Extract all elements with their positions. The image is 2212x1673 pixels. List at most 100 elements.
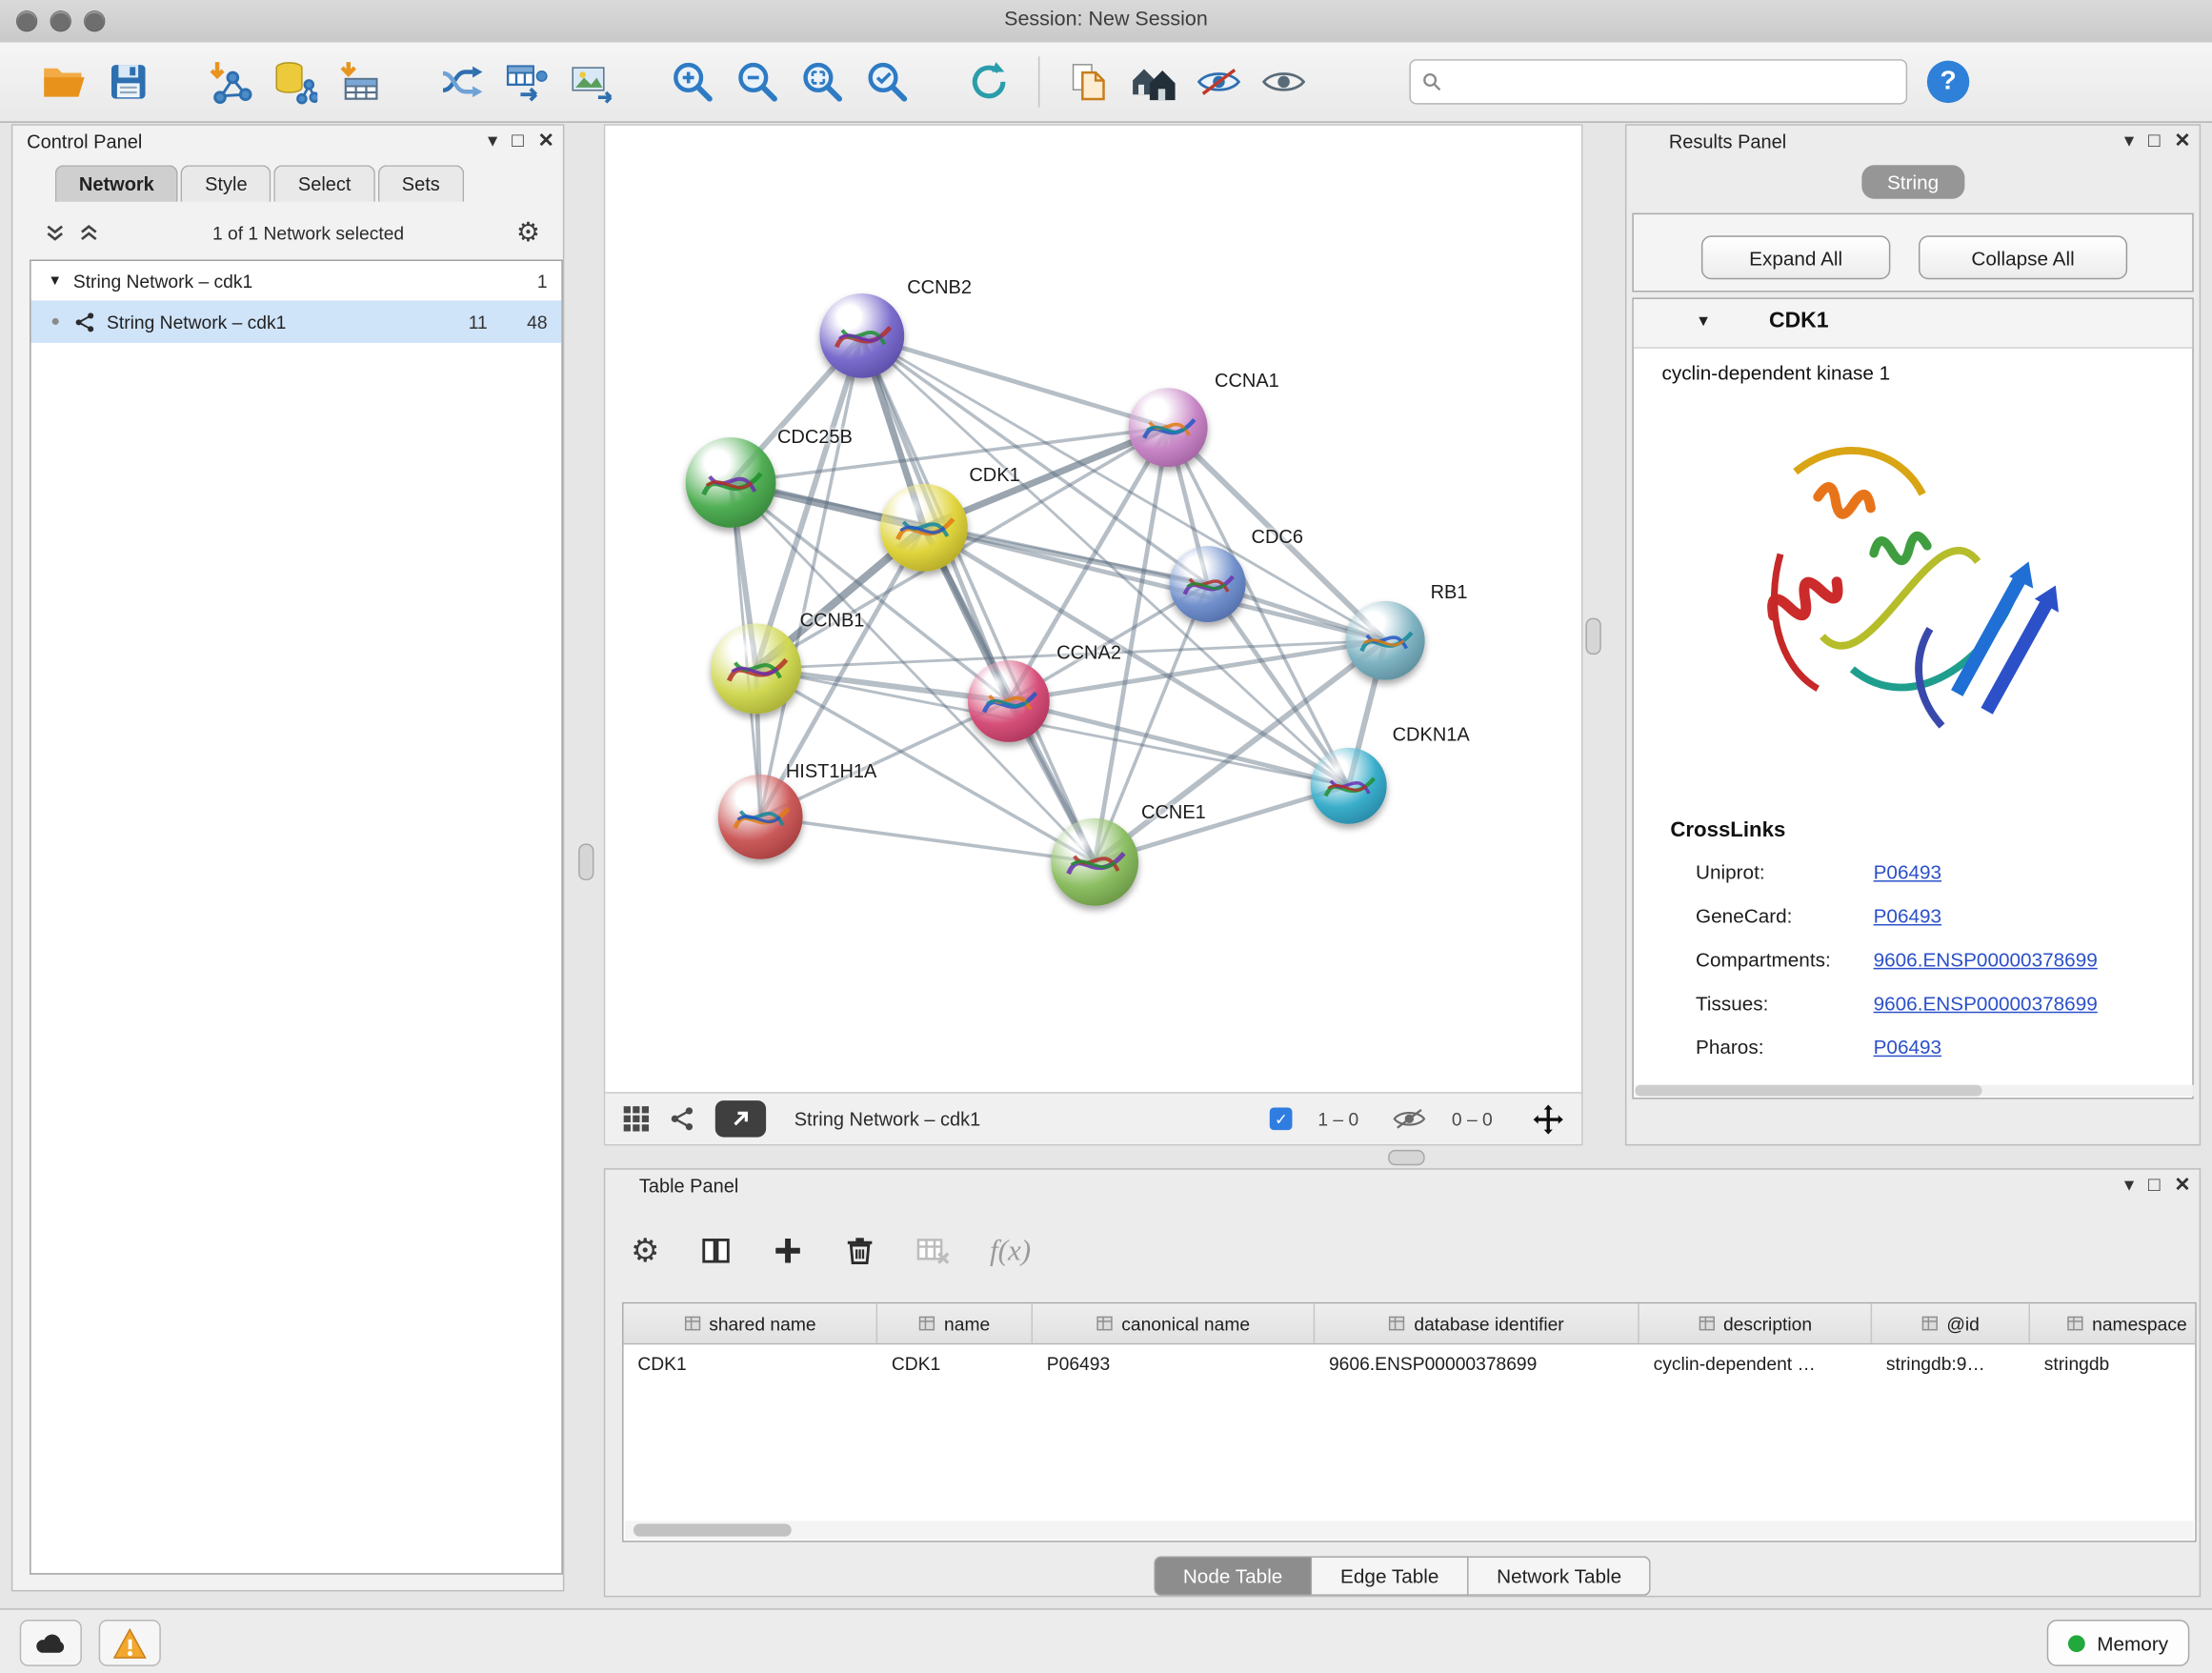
panel-close-icon[interactable]: ✕ xyxy=(2174,129,2190,152)
column-header[interactable]: shared name xyxy=(624,1303,878,1342)
tab-edge-table[interactable]: Edge Table xyxy=(1312,1556,1468,1595)
column-header[interactable]: name xyxy=(877,1303,1033,1342)
crosslink-link[interactable]: P06493 xyxy=(1874,904,1941,927)
warnings-button[interactable] xyxy=(99,1620,161,1666)
add-column-plus-icon[interactable] xyxy=(771,1234,803,1266)
zoom-out-button[interactable] xyxy=(725,50,790,114)
column-sort-icon xyxy=(2066,1315,2083,1332)
table-options-gear-icon[interactable]: ⚙ xyxy=(631,1234,660,1266)
network-node-CCNB2[interactable] xyxy=(819,293,904,378)
collapse-all-button[interactable]: Collapse All xyxy=(1919,235,2127,279)
apply-layout-button[interactable] xyxy=(956,50,1021,114)
search-input[interactable] xyxy=(1450,70,1894,93)
tree-expand-icon[interactable]: ▼ xyxy=(48,273,62,289)
show-all-button[interactable] xyxy=(1252,50,1317,114)
network-node-HIST1H1A[interactable] xyxy=(718,775,803,859)
network-node-CCNA2[interactable] xyxy=(968,660,1050,742)
protein-ribbon-thumb xyxy=(1129,388,1208,467)
clone-network-button[interactable] xyxy=(1056,50,1121,114)
import-network-database-button[interactable] xyxy=(262,50,327,114)
network-node-CDKN1A[interactable] xyxy=(1311,748,1387,824)
column-header[interactable]: namespace xyxy=(2030,1303,2195,1342)
crosslink-link[interactable]: P06493 xyxy=(1874,860,1941,883)
panel-menu-icon[interactable]: ▾ xyxy=(488,129,497,152)
crosslink-link[interactable]: 9606.ENSP00000378699 xyxy=(1874,948,2098,971)
panel-float-icon[interactable]: □ xyxy=(2148,129,2161,152)
network-from-table-button[interactable] xyxy=(493,50,558,114)
gene-collapse-icon[interactable]: ▼ xyxy=(1696,313,1711,331)
network-node-CDC25B[interactable] xyxy=(686,437,776,528)
crosslink-link[interactable]: 9606.ENSP00000378699 xyxy=(1874,992,2098,1015)
import-table-button[interactable] xyxy=(328,50,392,114)
crosslink-link[interactable]: P06493 xyxy=(1874,1036,1941,1058)
network-edge[interactable] xyxy=(760,816,1095,861)
vertical-splitter-handle[interactable] xyxy=(578,844,593,881)
panel-float-icon[interactable]: □ xyxy=(512,129,524,152)
tab-node-table[interactable]: Node Table xyxy=(1154,1556,1313,1595)
panel-menu-icon[interactable]: ▾ xyxy=(2124,1173,2134,1197)
zoom-in-button[interactable] xyxy=(660,50,725,114)
results-panel-header: Results Panel ▾ □ ✕ xyxy=(1626,126,2199,163)
tab-style[interactable]: Style xyxy=(181,165,271,202)
cloud-status-button[interactable] xyxy=(20,1620,82,1666)
network-node-RB1[interactable] xyxy=(1346,601,1425,680)
collapse-all-icon[interactable] xyxy=(44,221,67,244)
panel-float-icon[interactable]: □ xyxy=(2148,1173,2161,1197)
selected-nodes-checkbox-icon[interactable]: ✓ xyxy=(1270,1107,1293,1130)
tab-sets[interactable]: Sets xyxy=(378,165,464,202)
column-header[interactable]: database identifier xyxy=(1315,1303,1639,1342)
gene-header-row[interactable]: ▼ CDK1 xyxy=(1634,299,2192,349)
save-session-button[interactable] xyxy=(96,50,161,114)
network-row-selected[interactable]: ● String Network – cdk1 11 48 xyxy=(31,300,562,342)
table-row[interactable]: CDK1 CDK1 P06493 9606.ENSP00000378699 cy… xyxy=(624,1344,2196,1382)
control-panel-header: Control Panel ▾ □ ✕ xyxy=(12,126,563,163)
network-node-CCNB1[interactable] xyxy=(711,624,801,715)
expand-all-icon[interactable] xyxy=(77,221,100,244)
panel-close-icon[interactable]: ✕ xyxy=(538,129,554,152)
memory-button[interactable]: Memory xyxy=(2047,1620,2189,1666)
tab-select[interactable]: Select xyxy=(274,165,375,202)
vertical-splitter-handle[interactable] xyxy=(1585,618,1600,655)
horizontal-splitter-handle[interactable] xyxy=(1388,1150,1425,1165)
network-edge[interactable] xyxy=(760,335,862,816)
tab-string[interactable]: String xyxy=(1861,165,1963,199)
network-node-CCNA1[interactable] xyxy=(1129,388,1208,467)
network-options-gear-icon[interactable]: ⚙ xyxy=(516,219,540,246)
new-network-button[interactable] xyxy=(429,50,493,114)
network-canvas[interactable]: CCNB2CCNA1CDC25BCDK1CDC6RB1CCNB1CCNA2CDK… xyxy=(605,126,1581,1094)
tab-network-table[interactable]: Network Table xyxy=(1469,1556,1652,1595)
column-header[interactable]: description xyxy=(1639,1303,1872,1342)
network-collection-row[interactable]: ▼ String Network – cdk1 1 xyxy=(31,261,562,300)
column-header[interactable]: canonical name xyxy=(1033,1303,1315,1342)
open-in-new-window-button[interactable] xyxy=(715,1100,766,1138)
show-columns-icon[interactable] xyxy=(699,1234,732,1266)
column-sort-icon xyxy=(1698,1315,1715,1332)
zoom-selected-button[interactable] xyxy=(855,50,919,114)
network-node-CDC6[interactable] xyxy=(1170,546,1246,622)
delete-column-trash-icon[interactable] xyxy=(843,1234,875,1266)
panel-close-icon[interactable]: ✕ xyxy=(2174,1173,2190,1197)
export-image-button[interactable] xyxy=(558,50,623,114)
network-share-toolbar-icon[interactable] xyxy=(670,1106,695,1132)
results-scrollbar[interactable] xyxy=(1635,1085,2193,1097)
column-header[interactable]: @id xyxy=(1872,1303,2030,1342)
open-session-button[interactable] xyxy=(31,50,96,114)
birdseye-grid-icon[interactable] xyxy=(622,1105,651,1134)
help-button[interactable]: ? xyxy=(1927,61,1969,103)
expand-all-button[interactable]: Expand All xyxy=(1701,235,1890,279)
pan-move-icon[interactable] xyxy=(1532,1102,1564,1135)
network-edge[interactable] xyxy=(862,335,1095,861)
table-horizontal-scrollbar[interactable] xyxy=(625,1521,2194,1539)
network-node-CCNE1[interactable] xyxy=(1051,818,1138,906)
hide-selected-button[interactable] xyxy=(1186,50,1251,114)
panel-menu-icon[interactable]: ▾ xyxy=(2124,129,2134,152)
edge-count: 48 xyxy=(527,312,547,333)
zoom-fit-button[interactable] xyxy=(790,50,855,114)
tab-network[interactable]: Network xyxy=(55,165,178,202)
network-node-CDK1[interactable] xyxy=(880,484,968,572)
import-network-file-button[interactable] xyxy=(197,50,262,114)
network-edge[interactable] xyxy=(862,335,1168,427)
table-panel-header: Table Panel ▾ □ ✕ xyxy=(605,1170,2199,1207)
network-edges xyxy=(605,126,1581,1094)
home-button[interactable] xyxy=(1121,50,1186,114)
